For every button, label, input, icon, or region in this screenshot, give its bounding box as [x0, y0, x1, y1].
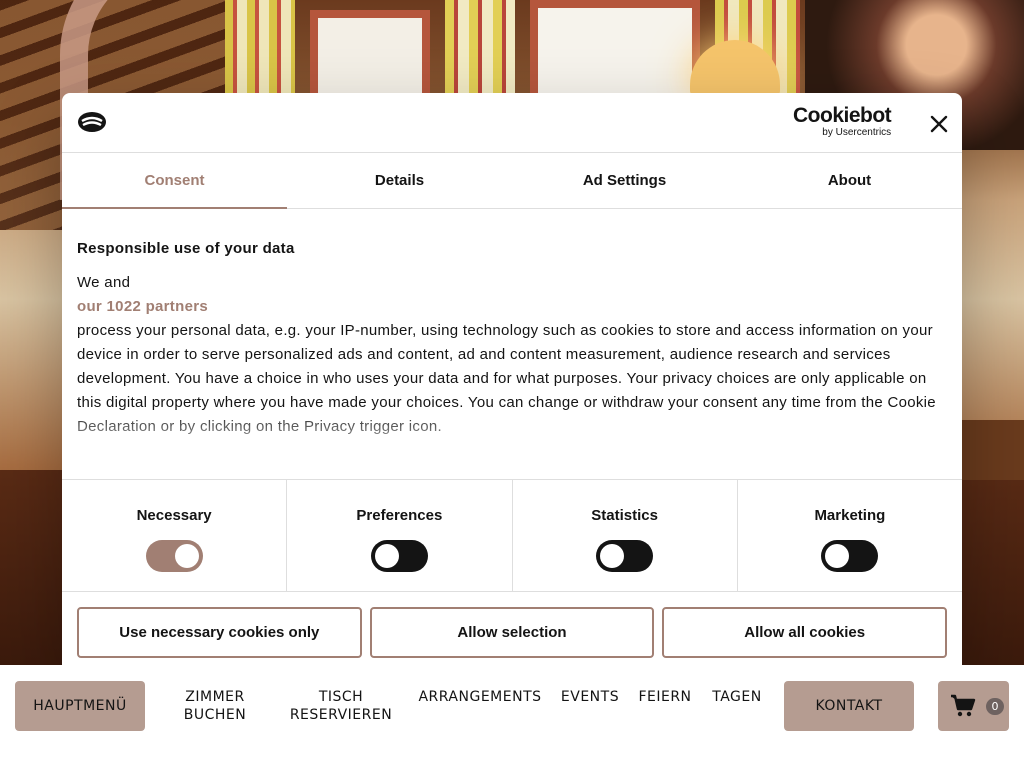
- contact-button[interactable]: KONTAKT: [784, 681, 914, 731]
- partners-link[interactable]: our 1022 partners: [77, 295, 947, 319]
- use-necessary-only-button[interactable]: Use necessary cookies only: [77, 607, 362, 658]
- nav-link-table-line1: TISCH: [318, 689, 364, 705]
- nav-link-celebrate[interactable]: FEIERN: [635, 688, 695, 706]
- dialog-actions: Use necessary cookies only Allow selecti…: [62, 592, 962, 658]
- nav-link-meetings[interactable]: TAGEN: [708, 688, 766, 706]
- cookie-categories: Necessary Preferences Statistics Marketi…: [62, 479, 962, 592]
- bottom-navigation: HAUPTMENÜ ZIMMER BUCHEN TISCH RESERVIERE…: [0, 665, 1024, 768]
- cart-button[interactable]: 0: [938, 681, 1009, 731]
- category-preferences: Preferences: [286, 480, 511, 591]
- dialog-tabs: Consent Details Ad Settings About: [62, 153, 962, 209]
- dialog-header: Cookiebot by Usercentrics: [62, 93, 962, 153]
- nav-link-rooms-line2: BUCHEN: [183, 707, 247, 723]
- nav-link-table-line2: RESERVIEREN: [289, 707, 393, 723]
- shopping-cart-icon: [951, 694, 976, 717]
- statistics-toggle[interactable]: [596, 540, 654, 572]
- tab-about[interactable]: About: [737, 153, 962, 208]
- cookiebot-logo-sub: by Usercentrics: [822, 127, 892, 138]
- category-label: Statistics: [591, 507, 658, 524]
- nav-link-arrangements[interactable]: ARRANGEMENTS: [416, 688, 544, 706]
- preferences-toggle[interactable]: [370, 540, 428, 572]
- toggle-knob: [174, 544, 199, 568]
- allow-selection-button[interactable]: Allow selection: [369, 607, 655, 658]
- nav-link-rooms[interactable]: ZIMMER BUCHEN: [170, 688, 260, 724]
- consent-text: Responsible use of your data We and our …: [62, 209, 962, 479]
- toggle-knob: [600, 544, 625, 568]
- category-marketing: Marketing: [736, 480, 962, 591]
- toggle-knob: [374, 544, 399, 568]
- text-fade: [62, 409, 962, 479]
- category-necessary: Necessary: [62, 480, 286, 591]
- category-label: Preferences: [356, 507, 443, 524]
- category-statistics: Statistics: [511, 480, 737, 591]
- nav-link-events[interactable]: EVENTS: [558, 688, 622, 706]
- nav-link-rooms-line1: ZIMMER: [185, 689, 245, 705]
- toggle-knob: [825, 544, 850, 568]
- cookie-consent-dialog: Cookiebot by Usercentrics Consent Detail…: [62, 93, 962, 673]
- necessary-toggle[interactable]: [145, 540, 203, 572]
- side-table: [960, 420, 1024, 480]
- consent-heading: Responsible use of your data: [77, 240, 295, 257]
- tab-details[interactable]: Details: [287, 153, 512, 208]
- brand-logo-icon: [78, 112, 106, 132]
- cookiebot-logo: Cookiebot by Usercentrics: [793, 104, 892, 139]
- nav-link-table[interactable]: TISCH RESERVIEREN: [283, 688, 399, 724]
- consent-intro: We and: [77, 274, 131, 291]
- category-label: Marketing: [814, 507, 886, 524]
- marketing-toggle[interactable]: [821, 540, 879, 572]
- close-icon[interactable]: [928, 113, 950, 135]
- tab-consent[interactable]: Consent: [62, 153, 287, 209]
- cart-count-badge: 0: [986, 698, 1004, 715]
- main-menu-button[interactable]: HAUPTMENÜ: [15, 681, 145, 731]
- allow-all-cookies-button[interactable]: Allow all cookies: [662, 607, 948, 658]
- cookiebot-logo-name: Cookiebot: [793, 104, 892, 127]
- category-label: Necessary: [136, 507, 212, 524]
- tab-ad-settings[interactable]: Ad Settings: [512, 153, 737, 208]
